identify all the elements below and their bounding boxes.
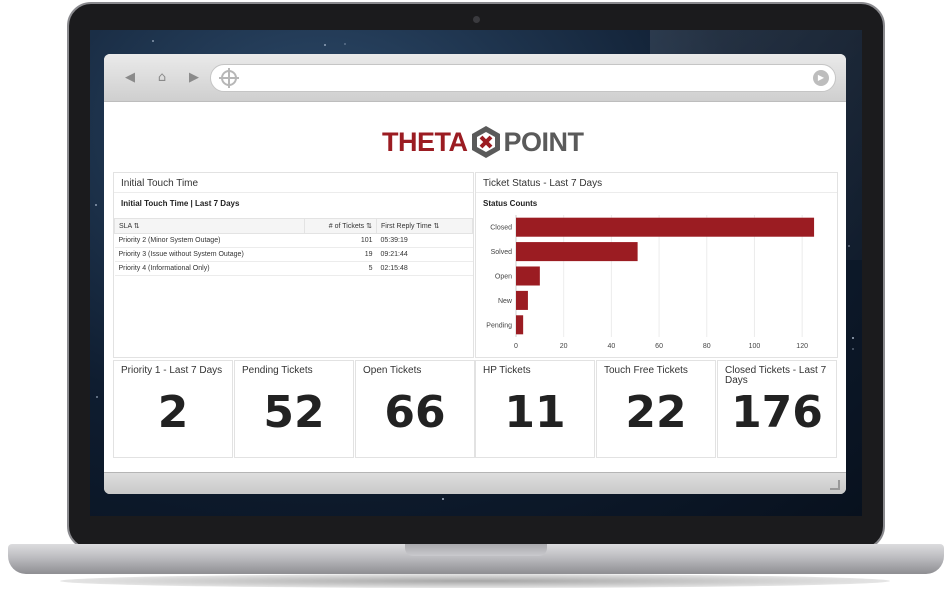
category-label: Pending bbox=[486, 322, 512, 329]
panel-subtitle: Initial Touch Time | Last 7 Days bbox=[121, 199, 240, 208]
x-tick-label: 120 bbox=[796, 343, 808, 350]
stat-value: 66 bbox=[384, 387, 446, 438]
stat-value: 2 bbox=[157, 387, 189, 438]
table-header-row: SLA ⇅ # of Tickets ⇅ First Reply Time ⇅ bbox=[114, 218, 473, 234]
stat-tile[interactable]: Pending Tickets 52 bbox=[234, 360, 354, 458]
panel-title: Ticket Status - Last 7 Days bbox=[476, 173, 837, 193]
camera bbox=[473, 16, 480, 23]
category-label: Closed bbox=[490, 225, 512, 232]
x-tick-label: 40 bbox=[607, 343, 615, 350]
play-icon[interactable]: ▶ bbox=[813, 70, 829, 86]
stat-title: Priority 1 - Last 7 Days bbox=[121, 365, 223, 376]
stat-tile[interactable]: Open Tickets 66 bbox=[355, 360, 475, 458]
star bbox=[852, 348, 854, 350]
bar-new bbox=[516, 290, 528, 310]
category-label: Open bbox=[495, 274, 512, 281]
table-row: Priority 2 (Minor System Outage) 101 05:… bbox=[114, 233, 473, 248]
star bbox=[344, 43, 346, 45]
tickets-cell: 5 bbox=[304, 261, 377, 276]
table-row: Priority 4 (Informational Only) 5 02:15:… bbox=[114, 261, 473, 276]
resize-handle-icon[interactable] bbox=[830, 480, 840, 490]
star bbox=[152, 40, 154, 42]
x-tick-label: 100 bbox=[749, 343, 761, 350]
laptop-notch bbox=[405, 544, 547, 556]
sla-cell: Priority 2 (Minor System Outage) bbox=[114, 233, 305, 248]
stat-value: 176 bbox=[731, 387, 823, 438]
logo-hexagon-icon bbox=[471, 126, 500, 158]
x-tick-label: 80 bbox=[703, 343, 711, 350]
category-label: New bbox=[498, 298, 513, 305]
laptop-shadow bbox=[60, 574, 890, 588]
address-bar[interactable]: ▶ bbox=[210, 64, 836, 92]
stat-tile[interactable]: Touch Free Tickets 22 bbox=[596, 360, 716, 458]
column-header-tickets[interactable]: # of Tickets ⇅ bbox=[304, 218, 377, 234]
reply-time-cell: 05:39:19 bbox=[376, 233, 473, 248]
reply-time-cell: 09:21:44 bbox=[376, 247, 473, 262]
star bbox=[442, 498, 444, 500]
x-tick-label: 60 bbox=[655, 343, 663, 350]
star bbox=[95, 204, 97, 206]
stat-value: 52 bbox=[263, 387, 325, 438]
stat-tile[interactable]: HP Tickets 11 bbox=[475, 360, 595, 458]
x-tick-label: 20 bbox=[560, 343, 568, 350]
bar-open bbox=[516, 266, 540, 286]
reply-time-cell: 02:15:48 bbox=[376, 261, 473, 276]
home-icon[interactable]: ⌂ bbox=[154, 70, 170, 85]
logo-point-text: POINT bbox=[503, 126, 585, 157]
tickets-cell: 101 bbox=[304, 233, 377, 248]
panel-title: Initial Touch Time bbox=[114, 173, 473, 193]
browser-window: ◀ ⌂ ▶ ▶ THETA POINT Initial Touch Time I… bbox=[104, 54, 846, 494]
stat-tile[interactable]: Priority 1 - Last 7 Days 2 bbox=[113, 360, 233, 458]
initial-touch-panel: Initial Touch Time Initial Touch Time | … bbox=[113, 172, 474, 358]
tickets-cell: 19 bbox=[304, 247, 377, 262]
star bbox=[848, 245, 850, 247]
column-header-sla[interactable]: SLA ⇅ bbox=[114, 218, 305, 234]
star bbox=[852, 337, 854, 339]
chevron-right-icon[interactable]: ▶ bbox=[186, 70, 202, 85]
column-header-reply-time[interactable]: First Reply Time ⇅ bbox=[376, 218, 473, 234]
thetapoint-logo: THETA POINT bbox=[382, 124, 584, 160]
chevron-left-icon[interactable]: ◀ bbox=[122, 70, 138, 85]
bar-closed bbox=[516, 217, 815, 237]
stat-title: Pending Tickets bbox=[242, 365, 313, 376]
logo-theta-text: THETA bbox=[382, 126, 468, 157]
stat-tile[interactable]: Closed Tickets - Last 7 Days 176 bbox=[717, 360, 837, 458]
table-row: Priority 3 (Issue without System Outage)… bbox=[114, 247, 473, 262]
browser-status-bar bbox=[104, 472, 846, 494]
bar-solved bbox=[516, 242, 638, 262]
status-bar-chart: 0 20 40 60 80 100 120 Closed Solved Open New Pendin… bbox=[486, 215, 815, 350]
sla-cell: Priority 4 (Informational Only) bbox=[114, 261, 305, 276]
sla-cell: Priority 3 (Issue without System Outage) bbox=[114, 247, 305, 262]
x-tick-label: 0 bbox=[514, 343, 518, 350]
star bbox=[324, 44, 326, 46]
stat-title: HP Tickets bbox=[483, 365, 531, 376]
stat-value: 22 bbox=[625, 387, 687, 438]
sla-table: SLA ⇅ # of Tickets ⇅ First Reply Time ⇅ … bbox=[114, 218, 473, 276]
dashboard: THETA POINT Initial Touch Time Initial T… bbox=[104, 102, 846, 482]
star bbox=[96, 396, 98, 398]
stat-title: Touch Free Tickets bbox=[604, 365, 688, 376]
stat-title: Closed Tickets - Last 7 Days bbox=[725, 365, 827, 386]
stat-title: Open Tickets bbox=[363, 365, 422, 376]
stat-value: 11 bbox=[504, 387, 566, 438]
bar-pending bbox=[516, 315, 524, 335]
crosshair-icon bbox=[219, 68, 239, 88]
ticket-status-panel: Ticket Status - Last 7 Days Status Count… bbox=[475, 172, 838, 358]
category-label: Solved bbox=[491, 249, 513, 256]
